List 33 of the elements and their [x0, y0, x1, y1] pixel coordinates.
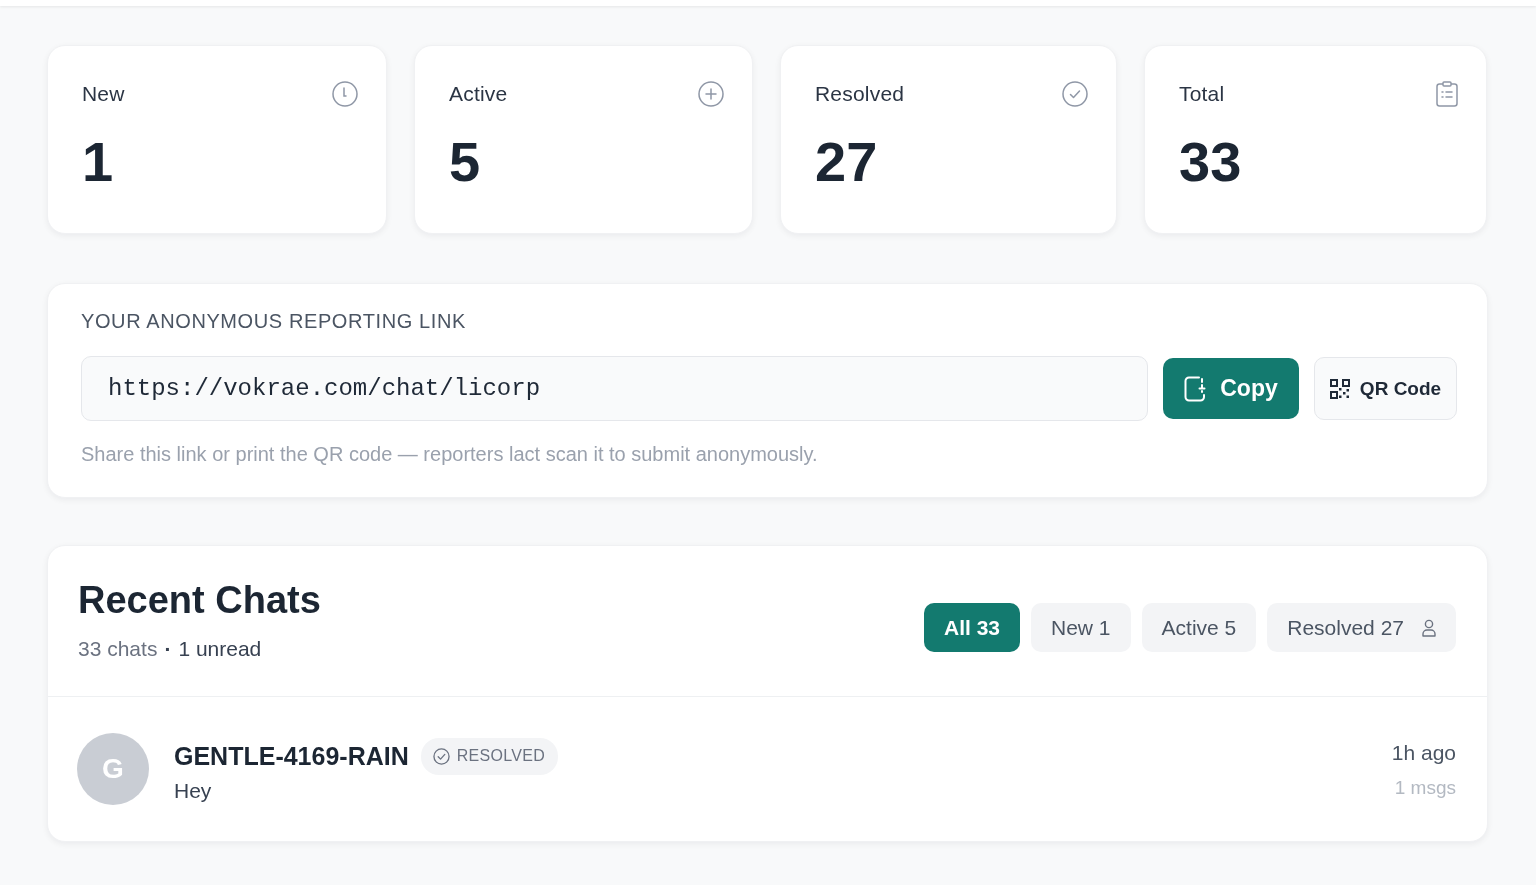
section-title: Recent Chats	[78, 578, 321, 622]
separator: ·	[164, 636, 172, 662]
check-circle-icon	[1062, 81, 1088, 107]
filter-tab[interactable]: New 1	[1031, 603, 1131, 652]
stat-value: 5	[449, 132, 482, 192]
chat-name: GENTLE-4169-RAIN	[174, 741, 409, 771]
stat-value: 1	[82, 132, 115, 192]
link-field[interactable]: https://vokrae.com/chat/licorp	[81, 356, 1148, 421]
filter-tab[interactable]: All 33	[924, 603, 1020, 652]
clock-icon	[332, 81, 358, 107]
stat-value: 33	[1179, 132, 1243, 192]
stat-label: Active	[449, 82, 508, 106]
message-preview: Hey	[174, 778, 213, 803]
chat-count: 33 chats	[78, 636, 158, 662]
stat-label: Total	[1179, 82, 1225, 106]
clipboard-icon	[1436, 81, 1458, 107]
plus-circle-icon	[698, 81, 724, 107]
stat-value: 27	[815, 132, 879, 192]
filter-tab[interactable]: Resolved 27	[1267, 603, 1456, 652]
section-title: YOUR ANONYMOUS REPORTING LINK	[81, 309, 467, 333]
timestamp: 1h ago	[1391, 741, 1456, 765]
qr-code-icon	[1329, 378, 1350, 399]
copy-button[interactable]: Copy	[1163, 358, 1299, 419]
check-circle-icon	[432, 747, 450, 765]
qr-code-button[interactable]: QR Code	[1314, 357, 1457, 420]
filter-tab[interactable]: Active 5	[1141, 603, 1257, 652]
stat-label: Resolved	[815, 82, 905, 106]
message-count: 1 msgs	[1394, 777, 1456, 799]
person-icon	[1422, 618, 1436, 637]
help-text: Share this link or print the QR code — reporters lact scan it to submit anonymously.	[81, 442, 819, 466]
stat-label: New	[82, 82, 125, 106]
status-label: RESOLVED	[456, 747, 546, 765]
unread-count: 1 unread	[178, 636, 262, 662]
